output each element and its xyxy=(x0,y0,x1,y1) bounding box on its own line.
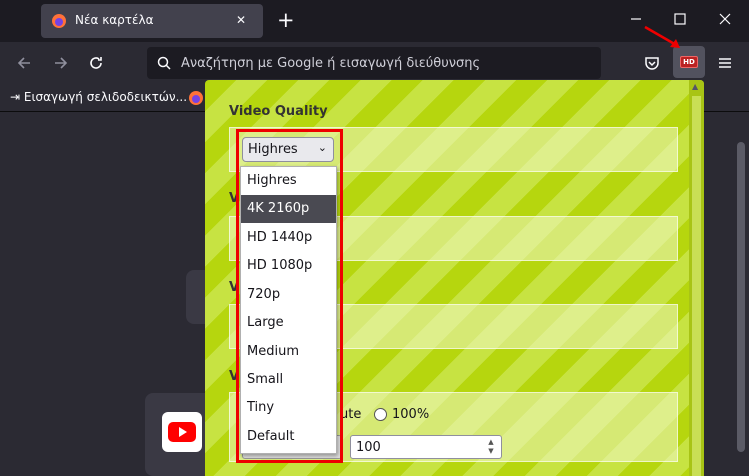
red-highlight-annotation xyxy=(236,129,343,463)
video-quality-label: Video Quality xyxy=(229,104,328,119)
page-scrollbar[interactable] xyxy=(733,112,749,476)
forward-icon[interactable] xyxy=(52,54,70,72)
search-icon xyxy=(157,56,171,70)
url-placeholder: Αναζήτηση με Google ή εισαγωγή διεύθυνση… xyxy=(181,56,481,71)
hd-extension-popup: ▲ Video Quality V V V ute 100% 100 ▲ ▼ Hi… xyxy=(205,80,704,476)
youtube-icon xyxy=(168,422,196,442)
popup-scroll-thumb[interactable] xyxy=(692,96,701,476)
tab-new-tab[interactable]: Νέα καρτέλα ✕ xyxy=(41,4,263,38)
firefox-icon[interactable] xyxy=(188,90,204,106)
back-icon[interactable] xyxy=(15,54,33,72)
volume-100-label: 100% xyxy=(392,407,430,422)
youtube-shortcut[interactable] xyxy=(162,412,202,452)
red-arrow-annotation xyxy=(644,25,680,48)
page-scroll-thumb[interactable] xyxy=(737,142,745,452)
menu-icon[interactable] xyxy=(716,54,734,72)
close-icon[interactable]: ✕ xyxy=(236,13,246,27)
pocket-icon[interactable] xyxy=(643,54,661,72)
firefox-icon xyxy=(52,14,66,28)
popup-scrollbar[interactable]: ▲ xyxy=(689,80,704,476)
hd-badge: HD xyxy=(680,56,698,68)
nav-toolbar: Αναζήτηση με Google ή εισαγωγή διεύθυνση… xyxy=(0,42,749,84)
volume-number-input[interactable]: 100 ▲ ▼ xyxy=(350,435,502,459)
import-icon: ⇥ xyxy=(10,90,21,104)
title-bar: Νέα καρτέλα ✕ + xyxy=(0,0,749,42)
tab-title: Νέα καρτέλα xyxy=(75,13,154,27)
spinner-icon[interactable]: ▲ ▼ xyxy=(484,438,498,456)
bookmark-import-label: Εισαγωγή σελιδοδεικτών... xyxy=(23,90,188,104)
url-bar[interactable]: Αναζήτηση με Google ή εισαγωγή διεύθυνση… xyxy=(147,47,601,79)
bookmark-import[interactable]: ⇥ Εισαγωγή σελιδοδεικτών... xyxy=(10,90,187,104)
volume-mute-label: ute xyxy=(340,407,362,422)
window-close-icon[interactable] xyxy=(717,11,733,27)
reload-icon[interactable] xyxy=(87,54,105,72)
scroll-up-icon[interactable]: ▲ xyxy=(692,82,698,91)
volume-value: 100 xyxy=(356,440,381,455)
plus-icon[interactable]: + xyxy=(277,8,295,32)
volume-100-radio[interactable] xyxy=(374,408,387,421)
